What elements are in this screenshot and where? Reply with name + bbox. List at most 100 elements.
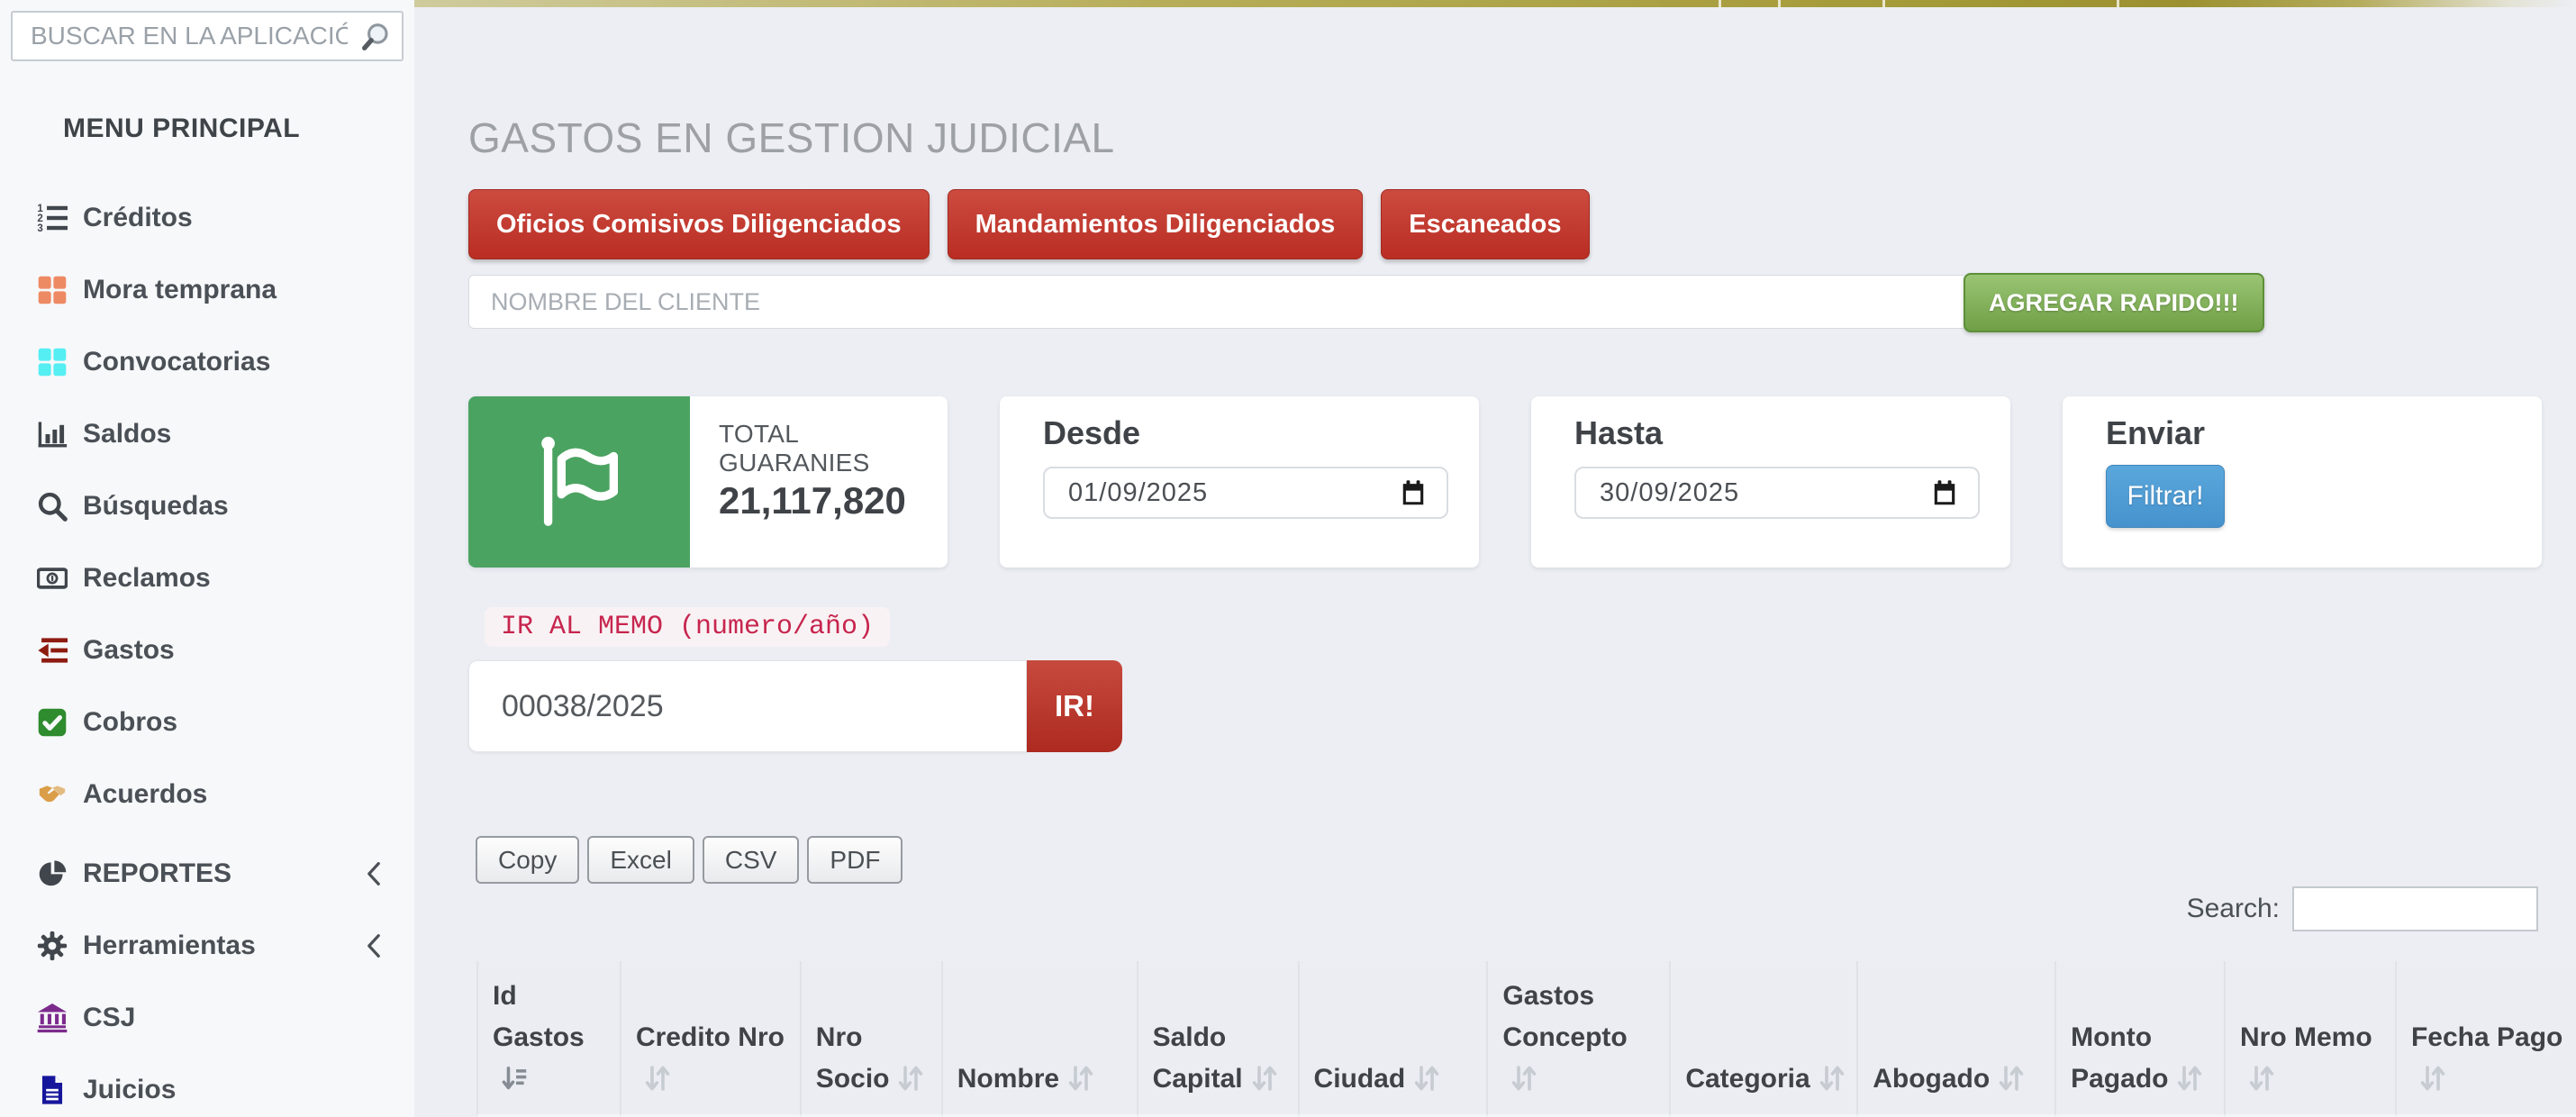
sidebar-item-reclamos[interactable]: Reclamos — [0, 542, 414, 614]
column-header-monto-pagado[interactable]: Monto Pagado — [2055, 961, 2225, 1114]
column-header-abogado[interactable]: Abogado — [1857, 961, 2055, 1114]
app-search-box — [11, 11, 404, 61]
gastos-table: Id GastosCredito NroNro Socio NombreSaldo… — [476, 961, 2576, 1117]
column-header-categoria[interactable]: Categoria — [1670, 961, 1857, 1114]
column-header-label: Categoria — [1685, 1064, 1810, 1094]
sidebar-item-csj[interactable]: CSJ — [0, 982, 414, 1054]
table-header-row: Id GastosCredito NroNro Socio NombreSaldo… — [477, 961, 2576, 1114]
main-content: GASTOS EN GESTION JUDICIAL Oficios Comis… — [414, 0, 2576, 1117]
filter-card-label: Enviar — [2106, 414, 2542, 452]
document-icon — [32, 1073, 72, 1107]
sort-icon[interactable] — [645, 1065, 670, 1092]
sidebar-item-label: Juicios — [83, 1075, 176, 1105]
date-from-value: 01/09/2025 — [1068, 478, 1400, 508]
sidebar-item-convocatorias[interactable]: Convocatorias — [0, 326, 414, 398]
column-header-credito-nro[interactable]: Credito Nro — [621, 961, 801, 1114]
magnifier-icon[interactable] — [360, 22, 391, 52]
sidebar-item-label: Créditos — [83, 203, 193, 233]
column-header-fecha-pago[interactable]: Fecha Pago — [2396, 961, 2576, 1114]
sort-icon[interactable] — [1511, 1065, 1537, 1092]
calendar-icon[interactable] — [1400, 478, 1427, 507]
sort-icon[interactable] — [1414, 1065, 1439, 1092]
sidebar-item-label: Gastos — [83, 635, 175, 666]
column-header-nro-memo[interactable]: Nro Memo — [2225, 961, 2396, 1114]
oficios-comisivos-diligenciados-button[interactable]: Oficios Comisivos Diligenciados — [468, 189, 930, 259]
sort-icon[interactable] — [1999, 1065, 2024, 1092]
sidebar-item-herramientas[interactable]: Herramientas — [0, 910, 414, 982]
column-header-id-gastos[interactable]: Id Gastos — [477, 961, 621, 1114]
sidebar-item-acuerdos[interactable]: Acuerdos — [0, 758, 414, 831]
sidebar-item-label: Búsquedas — [83, 491, 229, 522]
column-header-ciudad[interactable]: Ciudad — [1299, 961, 1488, 1114]
sidebar-item-reportes[interactable]: REPORTES — [0, 838, 414, 910]
filter-button[interactable]: Filtrar! — [2106, 465, 2225, 528]
sort-icon[interactable] — [2249, 1065, 2274, 1092]
filter-card: Enviar Filtrar! — [2063, 396, 2542, 568]
sort-icon[interactable] — [898, 1065, 923, 1092]
escaneados-button[interactable]: Escaneados — [1381, 189, 1589, 259]
memo-row: IR! — [468, 660, 1122, 752]
sidebar-item-gastos[interactable]: Gastos — [0, 614, 414, 686]
search-icon — [32, 489, 72, 523]
column-header-label: Abogado — [1873, 1064, 1990, 1094]
bar-chart-icon — [32, 417, 72, 451]
export-pdf-button[interactable]: PDF — [807, 836, 903, 884]
sort-icon[interactable] — [1068, 1065, 1093, 1092]
sort-desc-icon[interactable] — [502, 1065, 527, 1092]
check-square-icon — [32, 705, 72, 740]
column-header-nro-socio[interactable]: Nro Socio — [801, 961, 942, 1114]
sidebar-item-label: Reclamos — [83, 563, 211, 594]
table-search: Search: — [2187, 886, 2538, 931]
sort-icon[interactable] — [1819, 1065, 1845, 1092]
sidebar-item-label: Acuerdos — [83, 779, 207, 810]
sort-icon[interactable] — [1252, 1065, 1277, 1092]
column-header-nombre[interactable]: Nombre — [942, 961, 1138, 1114]
mandamientos-diligenciados-button[interactable]: Mandamientos Diligenciados — [948, 189, 1364, 259]
sidebar-item-juicios[interactable]: Juicios — [0, 1054, 414, 1117]
sidebar-item-saldos[interactable]: Saldos — [0, 398, 414, 470]
handshake-icon — [32, 777, 72, 812]
table-search-input[interactable] — [2292, 886, 2538, 931]
chevron-left-icon — [366, 861, 382, 886]
date-from-label: Desde — [1043, 414, 1479, 452]
sort-icon[interactable] — [2177, 1065, 2202, 1092]
sidebar-item-busquedas[interactable]: Búsquedas — [0, 470, 414, 542]
sidebar-item-mora-temprana[interactable]: Mora temprana — [0, 254, 414, 326]
memo-number-input[interactable] — [468, 660, 1027, 752]
expense-list-icon — [32, 633, 72, 667]
table-search-label: Search: — [2187, 894, 2280, 924]
column-header-label: Gastos Concepto — [1502, 981, 1627, 1052]
export-excel-button[interactable]: Excel — [587, 836, 694, 884]
column-header-gastos-concepto[interactable]: Gastos Concepto — [1487, 961, 1670, 1114]
date-to-card: Hasta 30/09/2025 — [1531, 396, 2010, 568]
menu-title: MENU PRINCIPAL — [63, 114, 300, 144]
client-name-input[interactable] — [468, 275, 1964, 329]
export-copy-button[interactable]: Copy — [476, 836, 579, 884]
date-to-input[interactable]: 30/09/2025 — [1574, 467, 1980, 519]
sidebar-item-label: Herramientas — [83, 931, 256, 961]
flag-icon — [468, 396, 690, 568]
bank-icon — [32, 1001, 72, 1035]
column-header-saldo-capital[interactable]: Saldo Capital — [1138, 961, 1299, 1114]
sort-icon[interactable] — [2420, 1065, 2445, 1092]
grid-icon — [32, 345, 72, 379]
column-header-label: Monto Pagado — [2071, 1022, 2168, 1094]
export-button-row: CopyExcelCSVPDF — [476, 836, 903, 884]
export-csv-button[interactable]: CSV — [703, 836, 800, 884]
action-button-row: Oficios Comisivos Diligenciados Mandamien… — [468, 189, 1590, 259]
sidebar: MENU PRINCIPAL 123CréditosMora tempranaC… — [0, 0, 414, 1117]
date-from-card: Desde 01/09/2025 — [1000, 396, 1479, 568]
date-to-value: 30/09/2025 — [1600, 478, 1931, 508]
svg-text:3: 3 — [37, 223, 42, 233]
sidebar-item-creditos[interactable]: 123Créditos — [0, 182, 414, 254]
app-search-input[interactable] — [13, 13, 402, 59]
sidebar-item-label: Mora temprana — [83, 275, 277, 305]
calendar-icon[interactable] — [1931, 478, 1958, 507]
sidebar-item-cobros[interactable]: Cobros — [0, 686, 414, 758]
date-from-input[interactable]: 01/09/2025 — [1043, 467, 1448, 519]
column-header-label: Nro Memo — [2240, 1022, 2372, 1052]
sidebar-item-label: Cobros — [83, 707, 177, 738]
column-header-label: Nro Socio — [816, 1022, 890, 1094]
memo-go-button[interactable]: IR! — [1027, 660, 1122, 752]
quick-add-button[interactable]: AGREGAR RAPIDO!!! — [1964, 273, 2264, 332]
